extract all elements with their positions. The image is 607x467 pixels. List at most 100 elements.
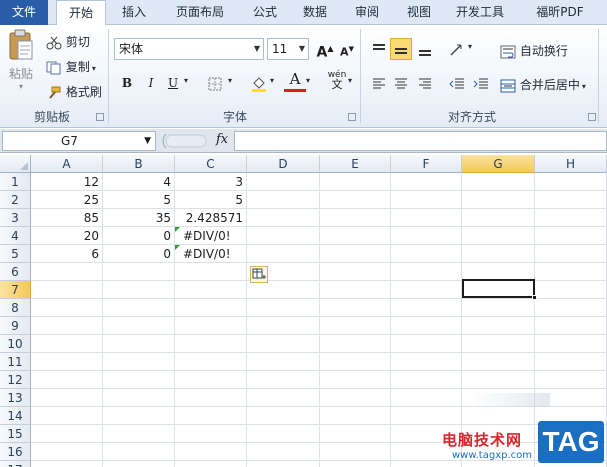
- cell-h11[interactable]: [535, 353, 607, 371]
- align-middle-button[interactable]: [390, 38, 412, 60]
- cell-e17[interactable]: [320, 461, 391, 467]
- align-top-button[interactable]: [368, 38, 390, 60]
- row-header-12[interactable]: 12: [0, 371, 31, 389]
- cell-e11[interactable]: [320, 353, 391, 371]
- cell-c3[interactable]: 2.428571: [175, 209, 247, 227]
- cell-f12[interactable]: [391, 371, 462, 389]
- cell-d9[interactable]: [247, 317, 320, 335]
- format-painter-button[interactable]: 格式刷: [46, 83, 102, 100]
- cell-f14[interactable]: [391, 407, 462, 425]
- cell-d8[interactable]: [247, 299, 320, 317]
- cell-b11[interactable]: [103, 353, 175, 371]
- column-header-g[interactable]: G: [462, 155, 535, 173]
- column-header-c[interactable]: C: [175, 155, 247, 173]
- cell-b3[interactable]: 35: [103, 209, 175, 227]
- cell-g9[interactable]: [462, 317, 535, 335]
- cell-e16[interactable]: [320, 443, 391, 461]
- column-header-a[interactable]: A: [31, 155, 103, 173]
- name-box[interactable]: G7 ▼: [2, 131, 156, 151]
- fill-color-button[interactable]: [248, 72, 270, 94]
- cell-h4[interactable]: [535, 227, 607, 245]
- cell-a14[interactable]: [31, 407, 103, 425]
- cell-g12[interactable]: [462, 371, 535, 389]
- cell-b4[interactable]: 0: [103, 227, 175, 245]
- cell-a15[interactable]: [31, 425, 103, 443]
- shrink-font-button[interactable]: A▼: [336, 38, 358, 60]
- column-header-e[interactable]: E: [320, 155, 391, 173]
- cell-h1[interactable]: [535, 173, 607, 191]
- cell-b5[interactable]: 0: [103, 245, 175, 263]
- cell-d5[interactable]: [247, 245, 320, 263]
- cell-d1[interactable]: [247, 173, 320, 191]
- formula-expand-handle-icon[interactable]: [160, 132, 208, 150]
- orientation-dropdown-icon[interactable]: ▾: [468, 42, 472, 51]
- cell-g2[interactable]: [462, 191, 535, 209]
- tab-developer[interactable]: 开发工具: [448, 0, 512, 25]
- cell-e1[interactable]: [320, 173, 391, 191]
- cell-h2[interactable]: [535, 191, 607, 209]
- cell-e3[interactable]: [320, 209, 391, 227]
- cell-b2[interactable]: 5: [103, 191, 175, 209]
- tab-home[interactable]: 开始: [56, 0, 106, 26]
- cell-c6[interactable]: [175, 263, 247, 281]
- cell-e10[interactable]: [320, 335, 391, 353]
- tab-insert[interactable]: 插入: [112, 0, 156, 25]
- orientation-button[interactable]: [446, 38, 468, 60]
- decrease-indent-button[interactable]: [446, 72, 468, 94]
- cell-a17[interactable]: [31, 461, 103, 467]
- cell-g5[interactable]: [462, 245, 535, 263]
- cell-c13[interactable]: [175, 389, 247, 407]
- cell-c12[interactable]: [175, 371, 247, 389]
- cell-a1[interactable]: 12: [31, 173, 103, 191]
- tab-review[interactable]: 审阅: [344, 0, 390, 25]
- copy-dropdown-icon[interactable]: ▾: [92, 64, 96, 73]
- cell-e2[interactable]: [320, 191, 391, 209]
- column-header-d[interactable]: D: [247, 155, 320, 173]
- phonetic-dropdown-icon[interactable]: ▾: [348, 76, 352, 85]
- tab-file[interactable]: 文件: [0, 0, 48, 25]
- tab-page-layout[interactable]: 页面布局: [162, 0, 238, 25]
- cell-a7[interactable]: [31, 281, 103, 299]
- cell-b1[interactable]: 4: [103, 173, 175, 191]
- cell-f11[interactable]: [391, 353, 462, 371]
- cell-g1[interactable]: [462, 173, 535, 191]
- align-right-button[interactable]: [414, 72, 436, 94]
- increase-indent-button[interactable]: [470, 72, 492, 94]
- cell-d15[interactable]: [247, 425, 320, 443]
- column-header-f[interactable]: F: [391, 155, 462, 173]
- cell-f13[interactable]: [391, 389, 462, 407]
- cell-a6[interactable]: [31, 263, 103, 281]
- row-header-10[interactable]: 10: [0, 335, 31, 353]
- grow-font-button[interactable]: A▲: [314, 38, 336, 61]
- fill-color-dropdown-icon[interactable]: ▾: [270, 76, 274, 85]
- tab-foxit-pdf[interactable]: 福昕PDF: [522, 0, 598, 25]
- cell-f7[interactable]: [391, 281, 462, 299]
- align-center-button[interactable]: [390, 72, 412, 94]
- select-all-corner[interactable]: [0, 155, 31, 173]
- cell-h9[interactable]: [535, 317, 607, 335]
- cut-button[interactable]: 剪切: [46, 33, 90, 50]
- row-header-14[interactable]: 14: [0, 407, 31, 425]
- cell-d16[interactable]: [247, 443, 320, 461]
- fill-handle[interactable]: [532, 295, 537, 300]
- cell-f2[interactable]: [391, 191, 462, 209]
- phonetic-button[interactable]: wén 文: [326, 70, 348, 92]
- cell-d10[interactable]: [247, 335, 320, 353]
- align-bottom-button[interactable]: [414, 38, 436, 60]
- font-size-combo[interactable]: 11 ▼: [267, 38, 309, 60]
- cell-c15[interactable]: [175, 425, 247, 443]
- cell-e6[interactable]: [320, 263, 391, 281]
- cell-c14[interactable]: [175, 407, 247, 425]
- cell-a3[interactable]: 85: [31, 209, 103, 227]
- row-header-16[interactable]: 16: [0, 443, 31, 461]
- cell-c11[interactable]: [175, 353, 247, 371]
- borders-dropdown-icon[interactable]: ▾: [228, 76, 232, 85]
- cell-a9[interactable]: [31, 317, 103, 335]
- cell-g8[interactable]: [462, 299, 535, 317]
- cell-g4[interactable]: [462, 227, 535, 245]
- cell-c2[interactable]: 5: [175, 191, 247, 209]
- cell-c4[interactable]: #DIV/0!: [175, 227, 247, 245]
- row-header-15[interactable]: 15: [0, 425, 31, 443]
- cell-e9[interactable]: [320, 317, 391, 335]
- underline-button[interactable]: U: [162, 72, 184, 94]
